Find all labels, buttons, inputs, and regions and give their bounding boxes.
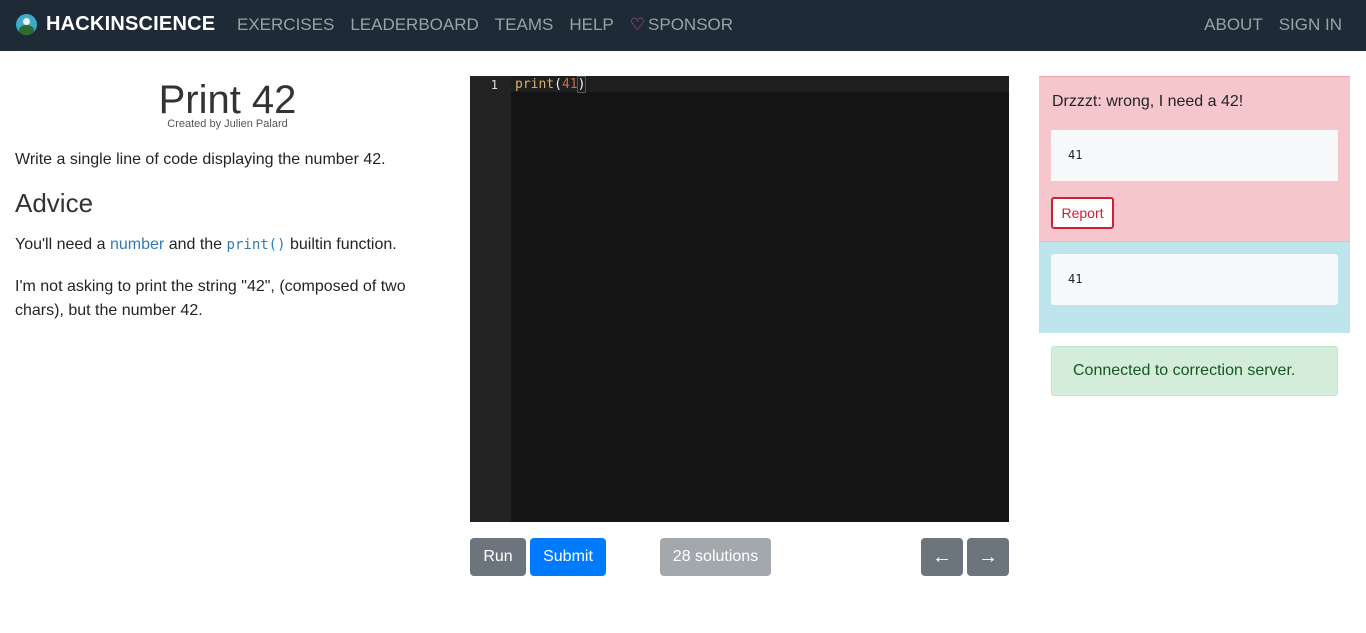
stdout-panel: 41	[1039, 241, 1350, 333]
number-link[interactable]: number	[110, 236, 164, 253]
solutions-button[interactable]: 28 solutions	[660, 538, 771, 576]
nav-sponsor[interactable]: ♡ SPONSOR	[630, 15, 733, 35]
nav-help[interactable]: HELP	[569, 15, 613, 35]
nav-about[interactable]: ABOUT	[1204, 15, 1263, 35]
nav-sponsor-label: SPONSOR	[648, 15, 734, 34]
advice-paragraph-2: I'm not asking to print the string "42",…	[15, 278, 406, 319]
nav-leaderboard[interactable]: LEADERBOARD	[350, 15, 478, 35]
line-number: 1	[490, 78, 498, 92]
previous-exercise-button[interactable]: ←	[921, 538, 963, 576]
exercise-title: Print 42	[158, 78, 297, 122]
error-output-text: 41	[1068, 148, 1083, 162]
code-token-number: 41	[561, 77, 578, 92]
stdout-box: 41	[1051, 254, 1338, 305]
nav-right: ABOUT SIGN IN	[1188, 15, 1342, 35]
editor-gutter: 1	[470, 76, 511, 522]
code-line[interactable]: print(41)	[515, 76, 587, 93]
report-button[interactable]: Report	[1051, 197, 1114, 229]
connection-status: Connected to correction server.	[1051, 346, 1338, 396]
nav-sign-in[interactable]: SIGN IN	[1279, 15, 1342, 35]
code-editor[interactable]: 1 print(41)	[470, 76, 1009, 522]
navbar: HACKINSCIENCE EXERCISES LEADERBOARD TEAM…	[0, 0, 1366, 51]
brand-name: HACKINSCIENCE	[46, 13, 216, 35]
active-line-highlight	[511, 76, 1009, 92]
nav-teams[interactable]: TEAMS	[495, 15, 554, 35]
brand-link[interactable]: HACKINSCIENCE	[16, 13, 215, 36]
advice-paragraph-1: You'll need a number and the print() bui…	[15, 236, 440, 254]
heart-icon: ♡	[629, 15, 646, 34]
nav-links: EXERCISES LEADERBOARD TEAMS HELP ♡ SPONS…	[237, 15, 749, 35]
code-token-paren: (	[554, 77, 562, 92]
advice-heading: Advice	[15, 188, 94, 218]
nav-exercises[interactable]: EXERCISES	[237, 15, 334, 35]
print-function-link[interactable]: print()	[227, 237, 286, 253]
advice-text: builtin function.	[285, 236, 397, 253]
stdout-text: 41	[1068, 272, 1083, 286]
run-button[interactable]: Run	[470, 538, 526, 576]
code-token-paren: )	[576, 76, 587, 93]
submit-button[interactable]: Submit	[530, 538, 606, 576]
exercise-author: Created by Julien Palard	[167, 118, 288, 130]
code-token-function: print	[515, 77, 555, 92]
advice-text: You'll need a	[15, 236, 110, 253]
error-message: Drzzzt: wrong, I need a 42!	[1052, 93, 1244, 110]
advice-text: and the	[164, 236, 227, 253]
error-result-panel: Drzzzt: wrong, I need a 42! 41 Report	[1039, 76, 1350, 241]
hackinscience-logo-icon	[16, 14, 37, 35]
exercise-statement: Write a single line of code displaying t…	[15, 151, 386, 168]
next-exercise-button[interactable]: →	[967, 538, 1009, 576]
error-output-box: 41	[1051, 130, 1338, 181]
